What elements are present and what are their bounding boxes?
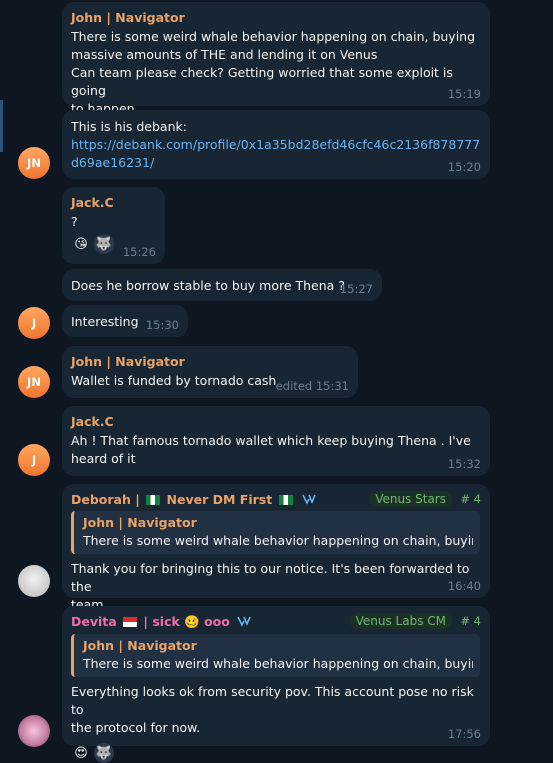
sender-name[interactable]: John | Navigator xyxy=(71,10,480,25)
scroll-indicator xyxy=(0,100,3,152)
reactions: 😍 🐺 xyxy=(71,743,480,763)
avatar-initials: JN xyxy=(27,156,41,170)
message-text: There is some weird whale behavior happe… xyxy=(71,29,476,116)
reply-quote[interactable]: John | Navigator There is some weird wha… xyxy=(71,634,480,677)
woozy-face-icon: 🥴 xyxy=(184,614,200,629)
debank-link[interactable]: https://debank.com/profile/0x1a35bd28efd… xyxy=(71,136,481,172)
venus-logo-icon xyxy=(237,616,251,627)
message-bubble[interactable]: John | Navigator Wallet is funded by tor… xyxy=(62,346,358,398)
message-time: edited 15:31 xyxy=(275,379,349,393)
sender-name[interactable]: John | Navigator xyxy=(71,354,348,369)
message-time: 15:27 xyxy=(339,282,373,296)
reaction-kiss-icon[interactable]: 😘 xyxy=(71,234,91,254)
role-tag: Venus Labs CM xyxy=(349,613,452,629)
message-text: Everything looks ok from security pov. T… xyxy=(71,684,474,735)
message-bubble[interactable]: This is his debank: https://debank.com/p… xyxy=(62,110,490,179)
avatar[interactable]: JN xyxy=(18,147,50,179)
avatar[interactable]: J xyxy=(18,307,50,339)
reaction-heart-eyes-icon[interactable]: 😍 xyxy=(71,743,91,763)
indonesia-flag-icon xyxy=(123,617,138,627)
avatar[interactable] xyxy=(18,715,50,747)
message-text: Does he borrow stable to buy more Thena … xyxy=(71,278,345,293)
message-time: 15:30 xyxy=(145,318,179,332)
sender-name-tail: ooo xyxy=(204,614,230,629)
nigeria-flag-icon xyxy=(146,495,161,505)
message-bubble[interactable]: Jack.C ? 😘 🐺 15:26 xyxy=(62,187,165,264)
message-bubble[interactable]: Does he borrow stable to buy more Thena … xyxy=(62,269,382,301)
message-time: 16:40 xyxy=(447,579,481,593)
venus-logo-icon xyxy=(302,494,316,505)
message-bubble[interactable]: Jack.C Ah ! That famous tornado wallet w… xyxy=(62,406,490,476)
message-bubble[interactable]: Interesting 15:30 xyxy=(62,305,188,337)
sender-name-prefix: Deborah | xyxy=(71,492,140,507)
avatar-initials: J xyxy=(31,453,37,467)
avatar[interactable]: JN xyxy=(18,366,50,398)
avatar-initials: JN xyxy=(27,375,41,389)
reaction-avatar-icon[interactable]: 🐺 xyxy=(94,234,114,254)
message-time: 15:19 xyxy=(447,87,481,101)
message-bubble[interactable]: Deborah | Never DM First Venus Stars # 4… xyxy=(62,484,490,612)
sender-name-suffix: Never DM First xyxy=(166,492,273,507)
message-time: 15:20 xyxy=(447,160,481,174)
reply-sender: John | Navigator xyxy=(83,638,197,653)
message-time: 17:56 xyxy=(447,727,481,741)
message-bubble[interactable]: Devita | sick 🥴 ooo Venus Labs CM # 4 Jo… xyxy=(62,606,490,763)
reply-text: There is some weird whale behavior happe… xyxy=(83,656,473,671)
avatar[interactable] xyxy=(18,565,50,597)
message-time: 15:32 xyxy=(447,457,481,471)
sender-name-suffix: | sick xyxy=(143,614,180,629)
sender-name[interactable]: Jack.C xyxy=(71,195,155,210)
message-text: Ah ! That famous tornado wallet which ke… xyxy=(71,433,471,466)
reply-sender: John | Navigator xyxy=(83,515,197,530)
reply-quote[interactable]: John | Navigator There is some weird wha… xyxy=(71,511,480,554)
nigeria-flag-icon xyxy=(278,495,293,505)
message-count-badge: # 4 xyxy=(460,492,481,506)
reaction-avatar-icon[interactable]: 🐺 xyxy=(94,743,114,763)
avatar-initials: J xyxy=(31,316,37,330)
message-count-badge: # 4 xyxy=(460,614,481,628)
message-time: 15:26 xyxy=(122,245,156,259)
reply-text: There is some weird whale behavior happe… xyxy=(83,533,473,548)
sender-name-prefix: Devita xyxy=(71,614,117,629)
message-text: ? xyxy=(71,214,78,229)
message-text: This is his debank: xyxy=(71,119,187,134)
sender-name[interactable]: Jack.C xyxy=(71,414,480,429)
message-bubble[interactable]: John | Navigator There is some weird wha… xyxy=(62,2,490,116)
role-tag: Venus Stars xyxy=(369,491,452,507)
avatar[interactable]: J xyxy=(18,444,50,476)
